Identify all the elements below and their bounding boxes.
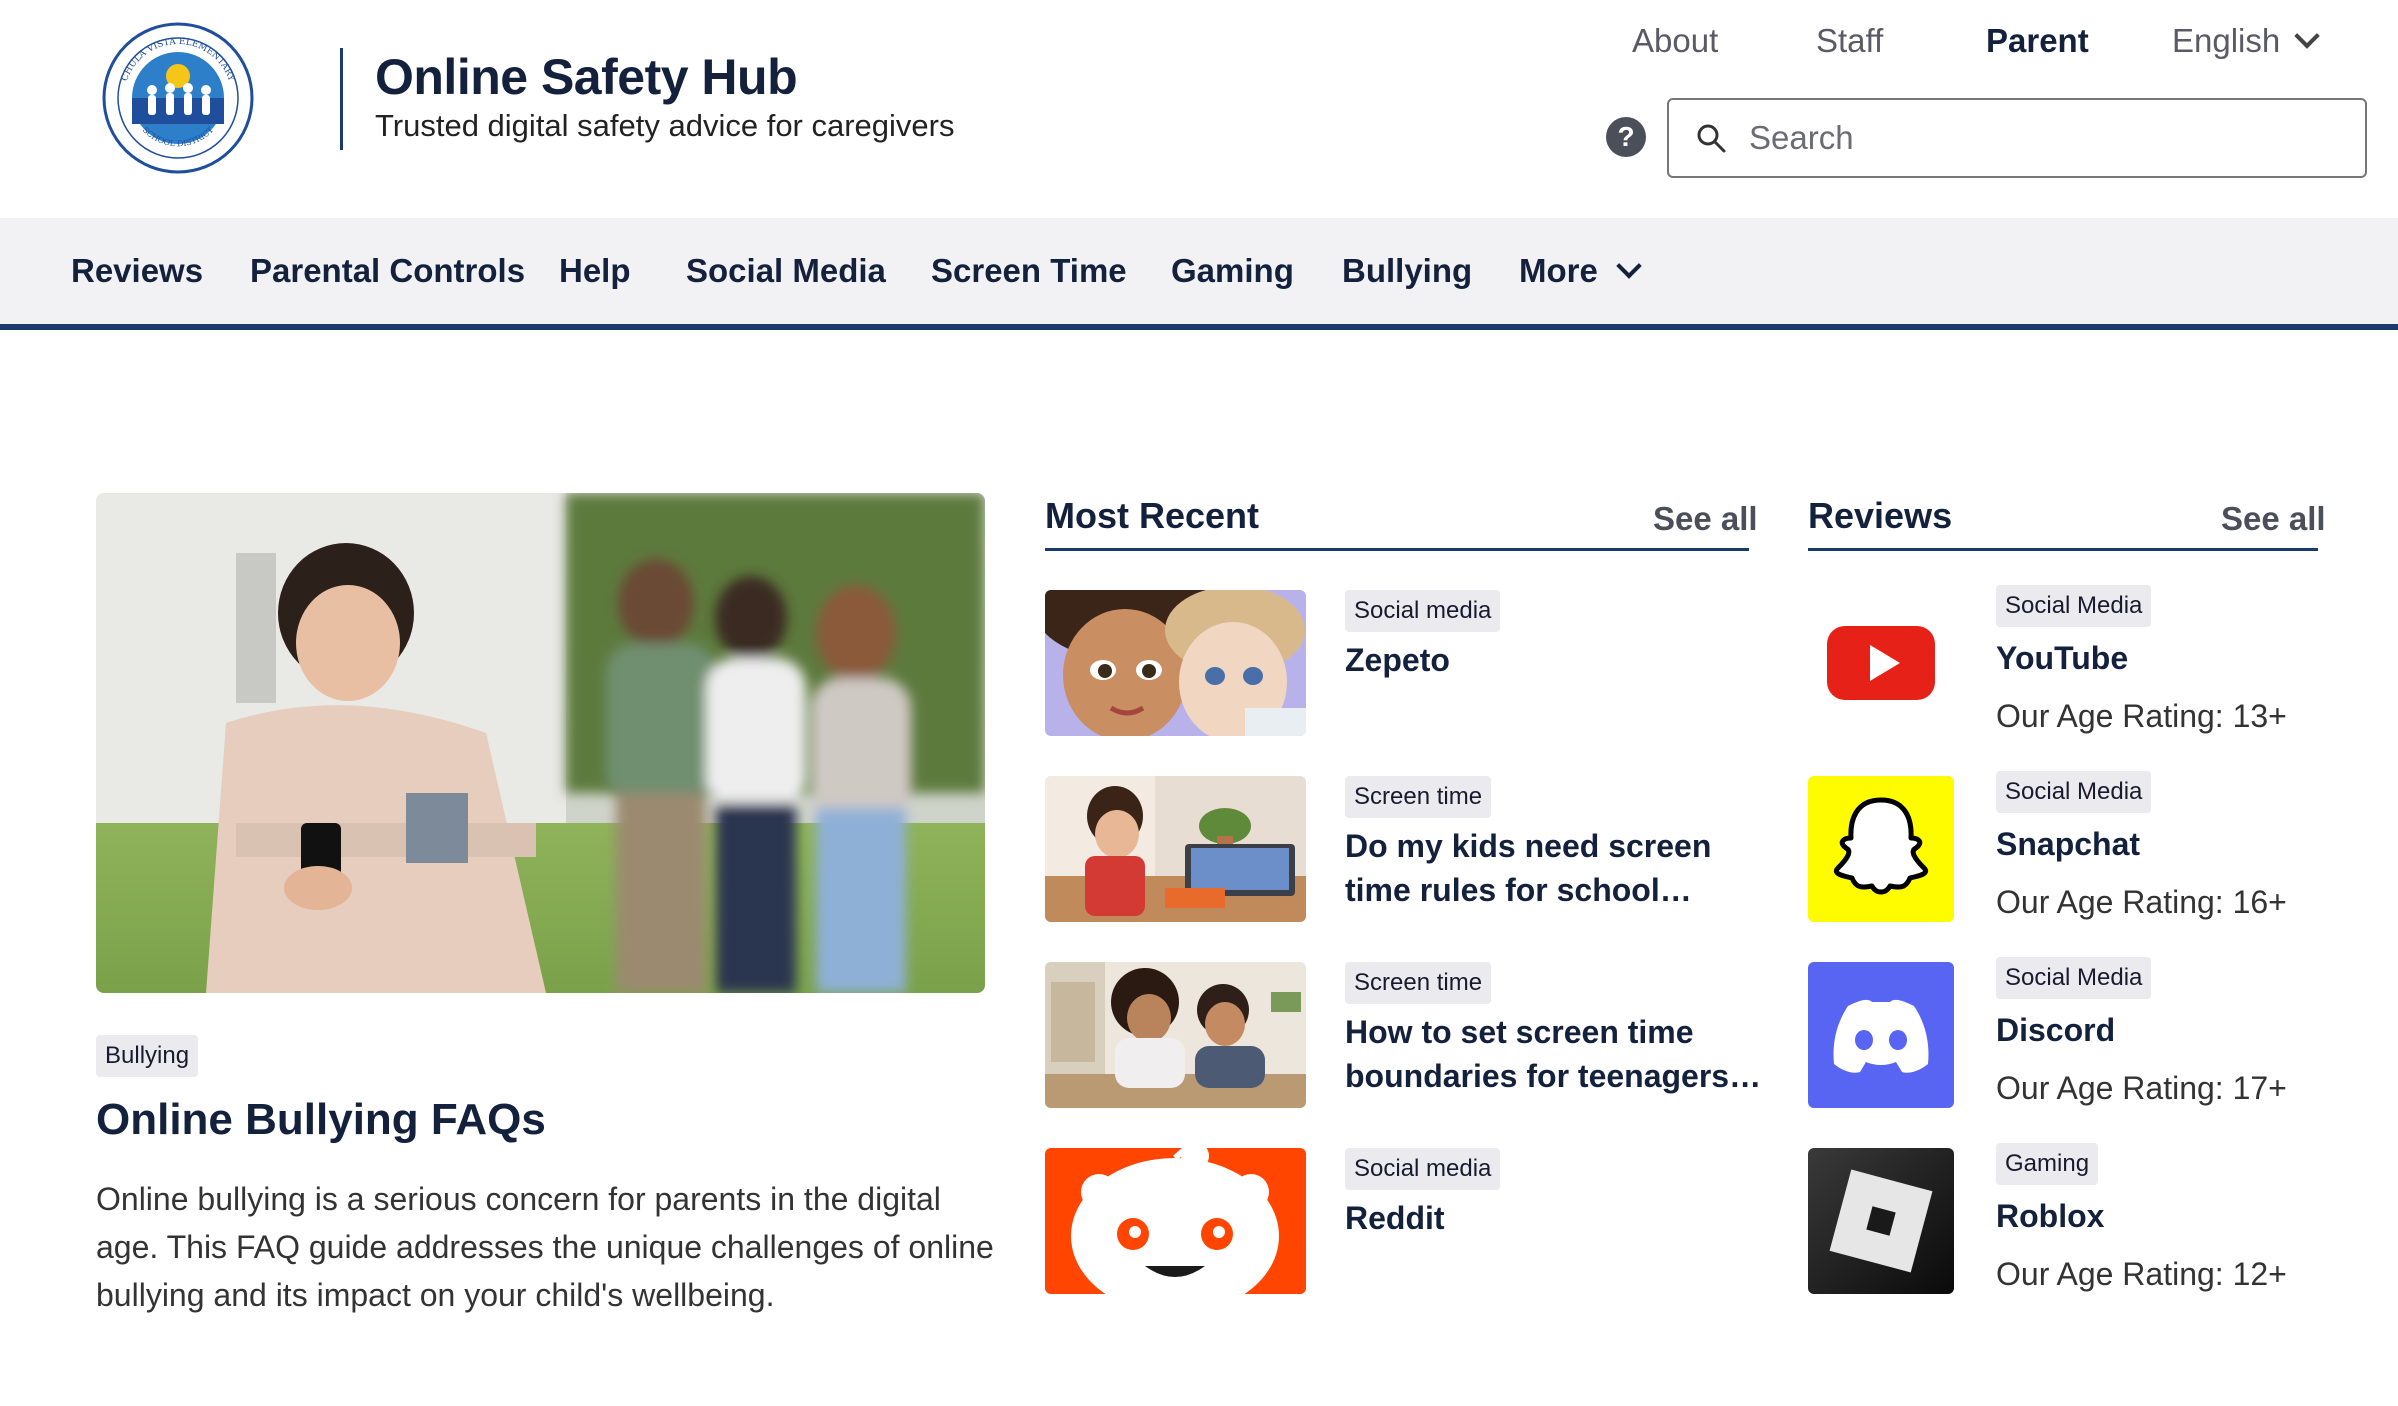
- most-recent-see-all-link[interactable]: See all: [1653, 500, 1758, 538]
- category-more-dropdown[interactable]: More: [1519, 252, 1642, 290]
- most-recent-tag[interactable]: Social media: [1345, 590, 1501, 632]
- review-app-name[interactable]: YouTube: [1996, 640, 2128, 677]
- site-header: CHULA VISTA ELEMENTARY SCHOOL DISTRICT O…: [0, 0, 2398, 218]
- featured-article-image[interactable]: [96, 493, 985, 993]
- featured-article-description: Online bullying is a serious concern for…: [96, 1181, 994, 1313]
- language-label: English: [2172, 22, 2281, 59]
- search-icon: [1697, 124, 1726, 153]
- zepeto-thumbnail[interactable]: [1045, 590, 1306, 736]
- review-app-name[interactable]: Discord: [1996, 1012, 2115, 1049]
- discord-icon[interactable]: [1808, 962, 1954, 1108]
- review-tag[interactable]: Social Media: [1996, 771, 2152, 813]
- roblox-icon[interactable]: [1808, 1148, 1954, 1294]
- most-recent-tag[interactable]: Screen time: [1345, 776, 1492, 818]
- screen-time-boundaries-thumbnail[interactable]: [1045, 962, 1306, 1108]
- featured-article-title[interactable]: Online Bullying FAQs: [96, 1095, 546, 1145]
- most-recent-tag[interactable]: Social media: [1345, 1148, 1501, 1190]
- category-reviews[interactable]: Reviews: [71, 252, 203, 290]
- nav-link-staff[interactable]: Staff: [1816, 22, 1883, 60]
- review-age-rating: Our Age Rating: 13+: [1996, 698, 2287, 734]
- reddit-thumbnail[interactable]: [1045, 1148, 1306, 1294]
- nav-link-parent[interactable]: Parent: [1986, 22, 2089, 60]
- help-icon[interactable]: ?: [1606, 117, 1646, 157]
- search-input[interactable]: [1749, 119, 2349, 157]
- category-bullying[interactable]: Bullying: [1342, 252, 1472, 290]
- review-age-rating: Our Age Rating: 17+: [1996, 1070, 2287, 1106]
- language-selector[interactable]: English: [2172, 22, 2320, 60]
- chevron-down-icon: [1616, 253, 1642, 279]
- review-tag[interactable]: Social Media: [1996, 585, 2152, 627]
- review-age-rating: Our Age Rating: 12+: [1996, 1256, 2287, 1292]
- review-age-rating: Our Age Rating: 16+: [1996, 884, 2287, 920]
- review-tag[interactable]: Social Media: [1996, 957, 2152, 999]
- category-help[interactable]: Help: [559, 252, 631, 290]
- review-tag[interactable]: Gaming: [1996, 1143, 2099, 1185]
- reviews-see-all-link[interactable]: See all: [2221, 500, 2326, 538]
- school-district-logo[interactable]: CHULA VISTA ELEMENTARY SCHOOL DISTRICT: [102, 22, 254, 174]
- most-recent-tag[interactable]: Screen time: [1345, 962, 1492, 1004]
- most-recent-title[interactable]: How to set screen time boundaries for te…: [1345, 1010, 1765, 1098]
- most-recent-heading: Most Recent: [1045, 495, 1260, 536]
- category-parental-controls[interactable]: Parental Controls: [250, 252, 525, 290]
- category-screen-time[interactable]: Screen Time: [931, 252, 1127, 290]
- review-app-name[interactable]: Roblox: [1996, 1198, 2104, 1235]
- reviews-divider: [1808, 548, 2318, 551]
- snapchat-icon[interactable]: [1808, 776, 1954, 922]
- category-more-label: More: [1519, 252, 1598, 289]
- youtube-icon[interactable]: [1808, 590, 1954, 736]
- category-nav: Reviews Parental Controls Help Social Me…: [0, 218, 2398, 330]
- review-app-name[interactable]: Snapchat: [1996, 826, 2140, 863]
- nav-link-about[interactable]: About: [1632, 22, 1718, 60]
- screen-time-rules-thumbnail[interactable]: [1045, 776, 1306, 922]
- most-recent-title[interactable]: Reddit: [1345, 1196, 1745, 1240]
- category-gaming[interactable]: Gaming: [1171, 252, 1294, 290]
- search-box[interactable]: [1667, 98, 2367, 178]
- category-social-media[interactable]: Social Media: [686, 252, 886, 290]
- site-title[interactable]: Online Safety Hub: [375, 48, 798, 106]
- most-recent-title[interactable]: Do my kids need screen time rules for sc…: [1345, 824, 1745, 912]
- featured-category-tag[interactable]: Bullying: [96, 1035, 199, 1077]
- reviews-heading: Reviews: [1808, 495, 1953, 536]
- chevron-down-icon: [2294, 23, 2320, 49]
- brand-divider: [340, 48, 343, 150]
- most-recent-title[interactable]: Zepeto: [1345, 638, 1745, 682]
- most-recent-divider: [1045, 548, 1749, 551]
- site-subtitle: Trusted digital safety advice for caregi…: [375, 108, 955, 143]
